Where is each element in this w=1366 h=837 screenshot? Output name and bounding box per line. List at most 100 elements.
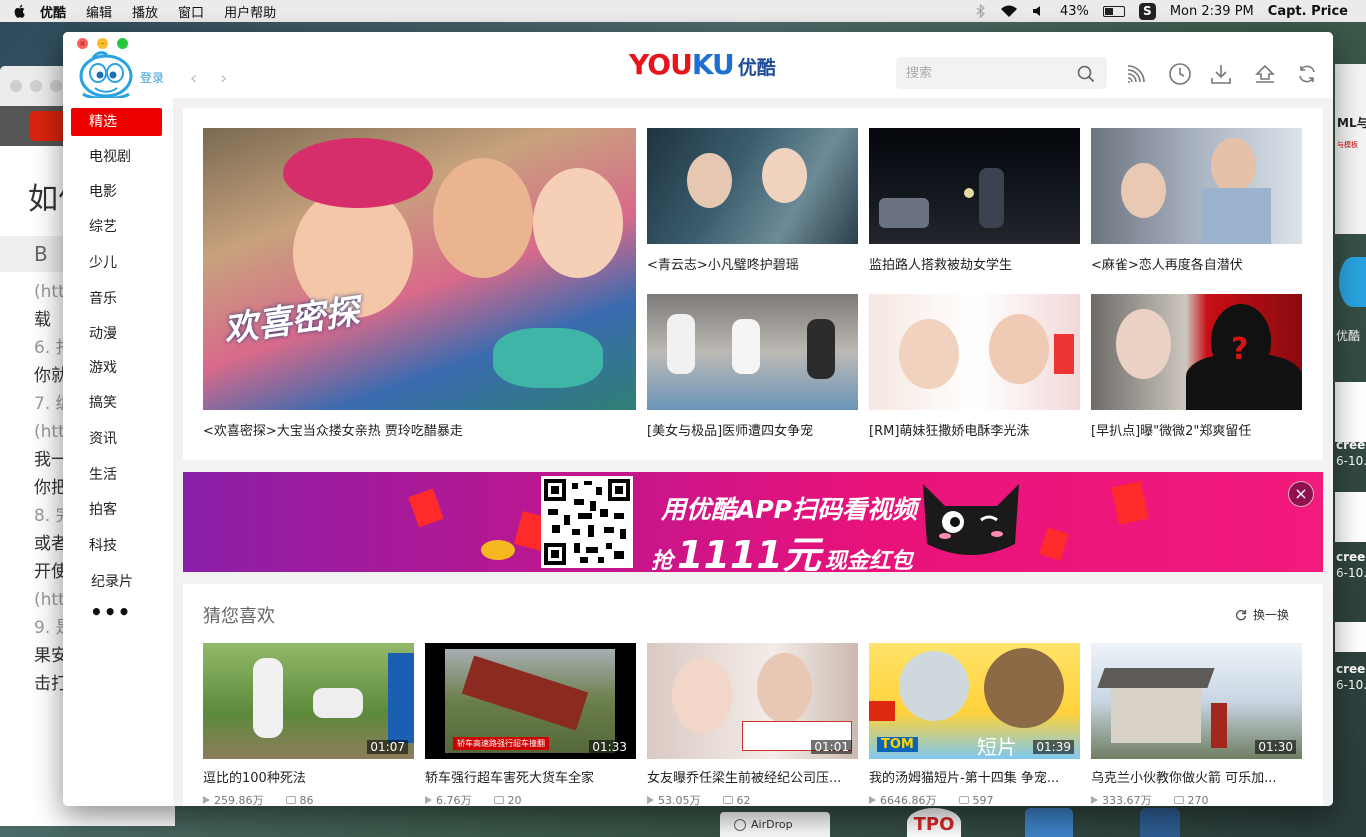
tpo-app-icon[interactable]: TPO — [907, 808, 961, 837]
featured-caption[interactable]: 监拍路人搭救被劫女学生 — [869, 254, 1080, 273]
sidebar-item-life[interactable]: 生活 — [71, 461, 162, 489]
search-input[interactable] — [906, 63, 1066, 83]
clock[interactable]: Mon 2:39 PM — [1170, 4, 1254, 19]
desktop-label[interactable]: creen — [1336, 550, 1366, 564]
search-icon[interactable] — [1077, 65, 1095, 83]
desktop-label[interactable]: 6-10... — [1336, 454, 1366, 468]
video-title[interactable]: 轿车强行超车害死大货车全家 — [425, 767, 636, 786]
sidebar-item-tv[interactable]: 电视剧 — [71, 143, 162, 171]
desktop-label[interactable]: ML与 — [1337, 114, 1366, 131]
sidebar-item-funny[interactable]: 搞笑 — [71, 389, 162, 417]
featured-thumbnail[interactable] — [869, 294, 1080, 410]
featured-caption[interactable]: <青云志>小凡璧咚护碧瑶 — [647, 254, 858, 273]
video-thumbnail[interactable]: TOM 短片 01:39 — [869, 643, 1080, 759]
play-count-icon — [1091, 796, 1098, 804]
desktop-thumb[interactable] — [1335, 492, 1366, 542]
desktop-label[interactable]: 6-10... — [1336, 678, 1366, 692]
sidebar-item-paike[interactable]: 拍客 — [71, 496, 162, 524]
recommended-section: 猜您喜欢 换一换 01:07 逗比的100种死法 259.86万 86 轿车高速… — [183, 584, 1323, 806]
featured-thumbnail[interactable] — [869, 128, 1080, 244]
bluetooth-icon[interactable] — [976, 4, 986, 18]
wifi-icon[interactable] — [1000, 4, 1018, 18]
video-thumbnail[interactable]: 01:07 — [203, 643, 414, 759]
sidebar-item-featured[interactable]: 精选 — [71, 108, 162, 136]
bg-close-button[interactable] — [10, 80, 22, 92]
featured-caption[interactable]: <麻雀>恋人再度各自潜伏 — [1091, 254, 1302, 273]
youku-desktop-icon[interactable] — [1339, 257, 1366, 307]
virtualbox-app-icon[interactable] — [1140, 808, 1180, 837]
desktop-label[interactable]: creen — [1336, 662, 1366, 676]
comment-icon — [493, 796, 504, 804]
xcode-app-icon[interactable] — [1025, 808, 1073, 837]
login-link[interactable]: 登录 — [140, 69, 164, 86]
featured-thumbnail[interactable] — [647, 294, 858, 410]
featured-caption[interactable]: [早扒点]曝"微微2"郑爽留任 — [1091, 420, 1302, 439]
sidebar-item-news[interactable]: 资讯 — [71, 425, 162, 453]
sidebar-item-documentary[interactable]: 纪录片 — [71, 568, 162, 596]
battery-icon[interactable] — [1102, 5, 1125, 17]
volume-icon[interactable] — [1032, 5, 1046, 17]
desktop-label[interactable]: 与模板 — [1337, 140, 1358, 150]
video-title[interactable]: 女友曝乔任梁生前被经纪公司压... — [647, 767, 858, 786]
featured-caption[interactable]: [美女与极品]医师遭四女争宠 — [647, 420, 858, 439]
menu-help[interactable]: 用户帮助 — [224, 2, 276, 21]
apple-icon[interactable] — [12, 3, 28, 19]
battery-percent[interactable]: 43% — [1060, 4, 1089, 19]
sidebar-item-movies[interactable]: 电影 — [71, 178, 162, 206]
user-avatar-icon[interactable] — [75, 48, 137, 100]
menu-window[interactable]: 窗口 — [178, 2, 204, 21]
featured-main-caption[interactable]: <欢喜密探>大宝当众搂女亲热 贾玲吃醋暴走 — [203, 420, 636, 439]
user-name[interactable]: Capt. Price — [1268, 4, 1348, 19]
comment-icon — [1173, 796, 1184, 804]
nav-back-icon[interactable]: ‹ — [190, 68, 197, 89]
desktop-label[interactable]: 优酷 — [1336, 327, 1360, 344]
video-thumbnail[interactable]: 轿车高速路强行超车撞翻 01:33 — [425, 643, 636, 759]
app-promo-banner[interactable]: 用优酷APP扫码看视频 抢 1111元 现金红包 × — [183, 472, 1323, 572]
featured-caption[interactable]: [RM]萌妹狂撒娇电酥李光洙 — [869, 420, 1080, 439]
video-title[interactable]: 我的汤姆猫短片-第十四集 争宠... — [869, 767, 1080, 786]
sidebar-item-games[interactable]: 游戏 — [71, 354, 162, 382]
video-views: 53.05万 — [658, 794, 701, 806]
sidebar-item-variety[interactable]: 综艺 — [71, 213, 162, 241]
featured-main-thumbnail[interactable]: 欢喜密探 — [203, 128, 636, 410]
download-icon[interactable] — [1209, 62, 1233, 86]
desktop-thumb[interactable] — [1335, 622, 1366, 652]
video-duration: 01:01 — [811, 740, 852, 754]
logo-chinese: 优酷 — [737, 57, 776, 79]
menu-edit[interactable]: 编辑 — [86, 2, 112, 21]
video-thumbnail[interactable]: 01:30 — [1091, 643, 1302, 759]
banner-close-button[interactable]: × — [1288, 481, 1314, 507]
shuffle-button[interactable]: 换一换 — [1235, 606, 1289, 623]
sidebar-item-tech[interactable]: 科技 — [71, 532, 162, 560]
featured-section: 欢喜密探 <欢喜密探>大宝当众搂女亲热 贾玲吃醋暴走 <青云志>小凡璧咚护碧瑶 … — [183, 108, 1323, 460]
red-envelope-icon — [1111, 481, 1149, 525]
menu-play[interactable]: 播放 — [132, 2, 158, 21]
snagit-icon[interactable]: S — [1138, 2, 1156, 20]
bg-zoom-button[interactable] — [50, 80, 62, 92]
desktop-label[interactable]: creen — [1336, 438, 1366, 452]
dock: AirDrop TPO — [600, 806, 1333, 837]
comment-icon — [285, 796, 296, 804]
upload-icon[interactable] — [1253, 62, 1277, 86]
refresh-icon[interactable] — [1295, 62, 1319, 86]
history-clock-icon[interactable] — [1168, 62, 1192, 86]
video-thumbnail[interactable]: 01:01 — [647, 643, 858, 759]
sidebar-item-music[interactable]: 音乐 — [71, 285, 162, 313]
airdrop-item[interactable]: AirDrop — [720, 812, 830, 837]
airdrop-icon — [734, 818, 746, 831]
menu-app-name[interactable]: 优酷 — [40, 2, 66, 21]
desktop-label[interactable]: 6-10... — [1336, 566, 1366, 580]
video-title[interactable]: 逗比的100种死法 — [203, 767, 414, 786]
video-title[interactable]: 乌克兰小伙教你做火箭 可乐加... — [1091, 767, 1302, 786]
featured-thumbnail[interactable]: ? — [1091, 294, 1302, 410]
sidebar-item-kids[interactable]: 少儿 — [71, 249, 162, 277]
desktop-thumb[interactable] — [1335, 382, 1366, 442]
featured-thumbnail[interactable] — [647, 128, 858, 244]
bg-minimize-button[interactable] — [30, 80, 42, 92]
featured-thumbnail[interactable] — [1091, 128, 1302, 244]
sidebar-item-anime[interactable]: 动漫 — [71, 320, 162, 348]
video-comments: 597 — [972, 793, 994, 807]
sidebar-more-icon[interactable]: ••• — [90, 600, 131, 624]
nav-forward-icon[interactable]: › — [220, 68, 227, 89]
cast-icon[interactable] — [1125, 62, 1149, 86]
